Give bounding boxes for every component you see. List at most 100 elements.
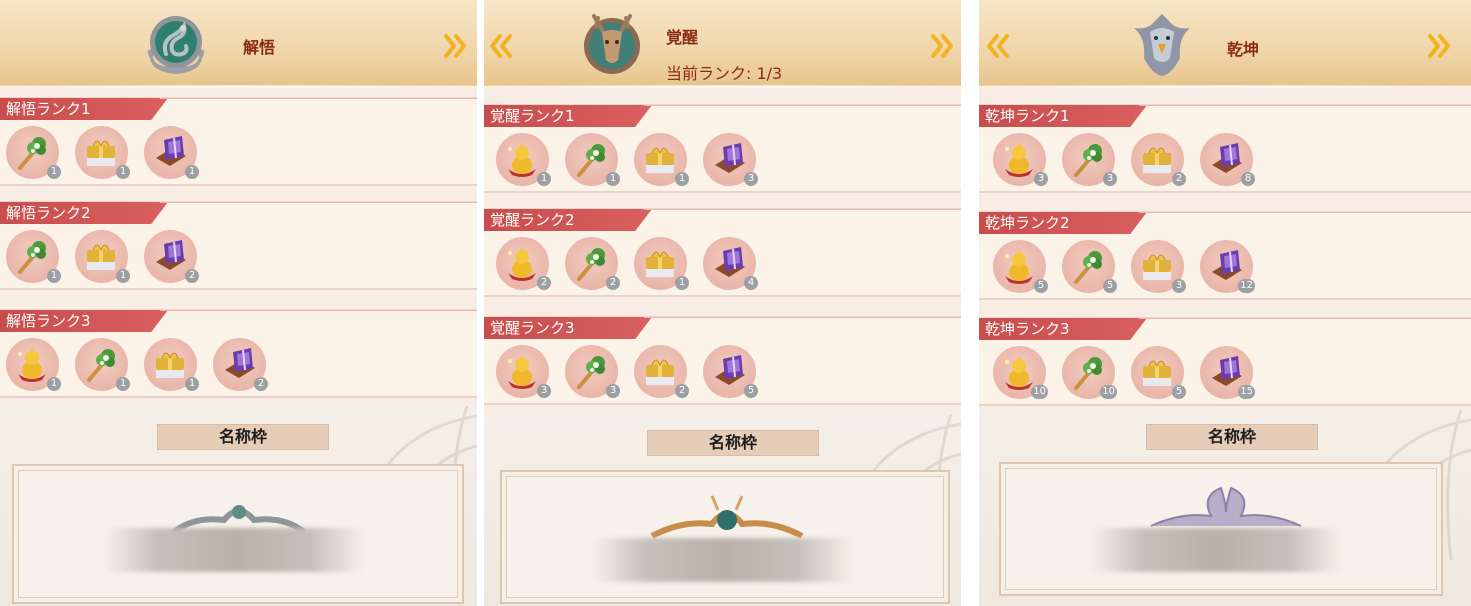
- nameplate-bar: [592, 538, 852, 582]
- serpent-emblem-icon: [140, 8, 212, 80]
- reward-item[interactable]: 5: [703, 345, 758, 398]
- panel-title: 覚醒: [666, 28, 699, 47]
- current-rank-text: 当前ランク: 1/3: [666, 64, 783, 83]
- panel-title: 乾坤: [1227, 40, 1260, 59]
- item-count-badge: 2: [675, 384, 689, 398]
- rank-label: 覚醒ランク2: [484, 209, 652, 231]
- reward-item[interactable]: 2: [213, 338, 268, 391]
- item-count-badge: 1: [47, 269, 61, 283]
- divider: [1139, 318, 1471, 319]
- rank-section: 乾坤ランク1 3 3 2 8: [979, 104, 1471, 193]
- item-count-badge: 2: [537, 276, 551, 290]
- reward-item[interactable]: 1: [144, 338, 199, 391]
- reward-item[interactable]: 5: [1062, 240, 1117, 293]
- panel-header: 乾坤: [979, 0, 1471, 88]
- eagle-emblem-icon: [1126, 8, 1198, 80]
- reward-item[interactable]: 8: [1200, 133, 1255, 186]
- frame-label: 名称枠: [1146, 424, 1318, 450]
- reward-item[interactable]: 1: [144, 126, 199, 179]
- rank-label: 解悟ランク2: [0, 202, 168, 224]
- item-count-badge: 8: [1241, 172, 1255, 186]
- item-count-badge: 1: [116, 377, 130, 391]
- name-frame-area: 名称枠: [979, 410, 1471, 606]
- next-arrow-icon[interactable]: [929, 32, 957, 60]
- reward-item[interactable]: 1: [6, 338, 61, 391]
- divider: [1139, 105, 1471, 106]
- reward-item[interactable]: 2: [634, 345, 689, 398]
- next-arrow-icon[interactable]: [442, 32, 470, 60]
- rank-section: 覚醒ランク2 2 2 1 4: [484, 208, 961, 297]
- item-count-badge: 3: [744, 172, 758, 186]
- reward-item[interactable]: 3: [496, 345, 551, 398]
- rank-label: 解悟ランク1: [0, 98, 168, 120]
- reward-item[interactable]: 2: [144, 230, 199, 283]
- item-count-badge: 5: [1103, 279, 1117, 293]
- reward-item[interactable]: 2: [496, 237, 551, 290]
- next-arrow-icon[interactable]: [1426, 32, 1454, 60]
- item-count-badge: 1: [675, 172, 689, 186]
- item-count-badge: 1: [116, 165, 130, 179]
- item-count-badge: 2: [606, 276, 620, 290]
- item-count-badge: 2: [1172, 172, 1186, 186]
- deer-antler-ornament-icon: [650, 495, 804, 539]
- reward-item[interactable]: 1: [75, 126, 130, 179]
- rank-section: 乾坤ランク3 10 10 5 15: [979, 317, 1471, 406]
- rank-section: 覚醒ランク3 3 3 2 5: [484, 316, 961, 405]
- reward-item[interactable]: 1: [6, 230, 61, 283]
- rank-label: 覚醒ランク3: [484, 317, 652, 339]
- rank-section: 覚醒ランク1 1 1 1 3: [484, 104, 961, 193]
- nameplate-bar: [1091, 528, 1341, 572]
- item-count-badge: 3: [606, 384, 620, 398]
- reward-item[interactable]: 12: [1200, 240, 1255, 293]
- divider: [160, 202, 477, 203]
- reward-item[interactable]: 2: [565, 237, 620, 290]
- reward-item[interactable]: 5: [993, 240, 1048, 293]
- item-count-badge: 1: [185, 165, 199, 179]
- reward-item[interactable]: 3: [993, 133, 1048, 186]
- reward-item[interactable]: 5: [1131, 346, 1186, 399]
- item-count-badge: 1: [47, 377, 61, 391]
- item-count-badge: 2: [185, 269, 199, 283]
- item-count-badge: 5: [1034, 279, 1048, 293]
- reward-item[interactable]: 1: [496, 133, 551, 186]
- item-count-badge: 1: [116, 269, 130, 283]
- wing-ornament-icon: [1150, 486, 1302, 527]
- item-count-badge: 3: [537, 384, 551, 398]
- reward-item[interactable]: 1: [565, 133, 620, 186]
- item-count-badge: 1: [47, 165, 61, 179]
- panel-title: 解悟: [243, 38, 276, 57]
- reward-item[interactable]: 10: [1062, 346, 1117, 399]
- reward-item[interactable]: 1: [634, 133, 689, 186]
- reward-item[interactable]: 15: [1200, 346, 1255, 399]
- item-count-badge: 1: [606, 172, 620, 186]
- item-count-badge: 5: [1172, 385, 1186, 399]
- reward-item[interactable]: 2: [1131, 133, 1186, 186]
- reward-item[interactable]: 4: [703, 237, 758, 290]
- item-count-badge: 3: [1172, 279, 1186, 293]
- reward-item[interactable]: 3: [1131, 240, 1186, 293]
- item-count-badge: 4: [744, 276, 758, 290]
- prev-arrow-icon[interactable]: [983, 32, 1011, 60]
- divider: [160, 98, 477, 99]
- rank-label: 解悟ランク3: [0, 310, 168, 332]
- panel-header: 解悟: [0, 0, 477, 88]
- reward-item[interactable]: 3: [703, 133, 758, 186]
- reward-item[interactable]: 1: [75, 338, 130, 391]
- item-count-badge: 1: [185, 377, 199, 391]
- reward-item[interactable]: 10: [993, 346, 1048, 399]
- reward-item[interactable]: 3: [565, 345, 620, 398]
- panel-kaigo: 解悟 解悟ランク1 1 1 1 解悟ランク2 1 1 2 解悟ランク3 1 1 1 2 名称枠: [0, 0, 477, 606]
- divider: [644, 209, 961, 210]
- reward-item[interactable]: 1: [6, 126, 61, 179]
- reward-item[interactable]: 1: [75, 230, 130, 283]
- rank-label: 乾坤ランク2: [979, 212, 1147, 234]
- rank-section: 乾坤ランク2 5 5 3 12: [979, 211, 1471, 300]
- reward-item[interactable]: 1: [634, 237, 689, 290]
- panel-kakusei: 覚醒 当前ランク: 1/3 覚醒ランク1 1 1 1 3 覚醒ランク2 2 2 1 4 覚醒…: [484, 0, 961, 606]
- reward-item[interactable]: 3: [1062, 133, 1117, 186]
- rank-label: 乾坤ランク3: [979, 318, 1147, 340]
- name-frame-preview: [500, 470, 950, 604]
- prev-arrow-icon[interactable]: [486, 32, 514, 60]
- divider: [1139, 212, 1471, 213]
- name-frame-preview: [12, 464, 464, 604]
